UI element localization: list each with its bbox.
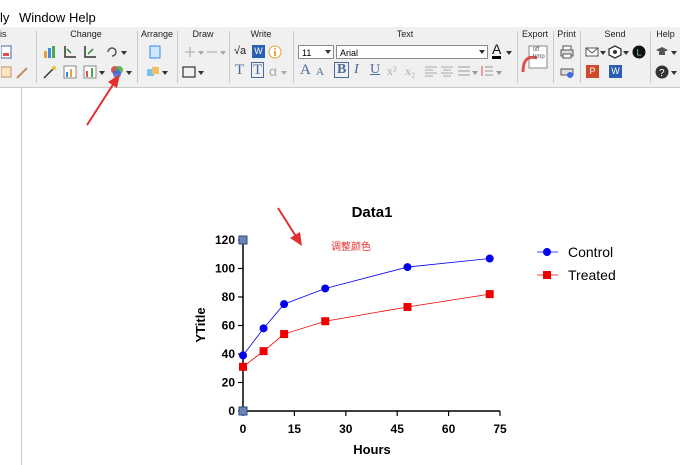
- series-line-treated[interactable]: [242, 293, 490, 368]
- legend-label[interactable]: Control: [568, 244, 613, 260]
- y-tick-label: 120: [215, 233, 235, 247]
- selection-handle[interactable]: [238, 406, 248, 416]
- y-tick-label: 40: [222, 347, 236, 361]
- y-tick-label: 60: [222, 319, 236, 333]
- chart-ylabel[interactable]: YTitle: [193, 307, 208, 342]
- data-point-treated[interactable]: [259, 347, 268, 356]
- data-point-treated[interactable]: [321, 317, 330, 326]
- data-point-treated[interactable]: [239, 362, 247, 371]
- data-point-control[interactable]: [321, 284, 330, 293]
- data-point-control[interactable]: [403, 263, 412, 272]
- chart-series: [239, 254, 494, 371]
- x-tick-label: 15: [288, 422, 302, 436]
- x-tick-label: 30: [339, 422, 353, 436]
- legend-marker: [543, 271, 551, 279]
- data-point-control[interactable]: [485, 254, 494, 263]
- y-tick-label: 100: [215, 262, 235, 276]
- data-point-treated[interactable]: [403, 302, 412, 311]
- x-tick-label: 60: [442, 422, 456, 436]
- chart-xlabel[interactable]: Hours: [353, 442, 391, 457]
- data-point-treated[interactable]: [280, 330, 289, 339]
- y-tick-label: 0: [228, 404, 235, 418]
- x-tick-label: 45: [391, 422, 405, 436]
- legend-marker: [543, 248, 551, 256]
- y-tick-label: 20: [222, 376, 236, 390]
- legend-label[interactable]: Treated: [568, 267, 616, 283]
- data-point-control[interactable]: [259, 324, 268, 333]
- x-tick-label: 75: [493, 422, 507, 436]
- y-tick-label: 80: [222, 290, 236, 304]
- data-point-treated[interactable]: [485, 290, 494, 299]
- chart-title[interactable]: Data1: [352, 204, 393, 221]
- selection-handle[interactable]: [238, 235, 248, 245]
- chart-canvas[interactable]: 0 20 40 60 80 100 120 0 15 30 45 60 75 Control Treate…: [0, 0, 680, 465]
- data-point-control[interactable]: [280, 300, 289, 309]
- series-line-control[interactable]: [242, 258, 490, 356]
- chart-legend[interactable]: Control Treated: [537, 244, 616, 283]
- x-tick-label: 0: [240, 422, 247, 436]
- data-point-control[interactable]: [239, 351, 247, 360]
